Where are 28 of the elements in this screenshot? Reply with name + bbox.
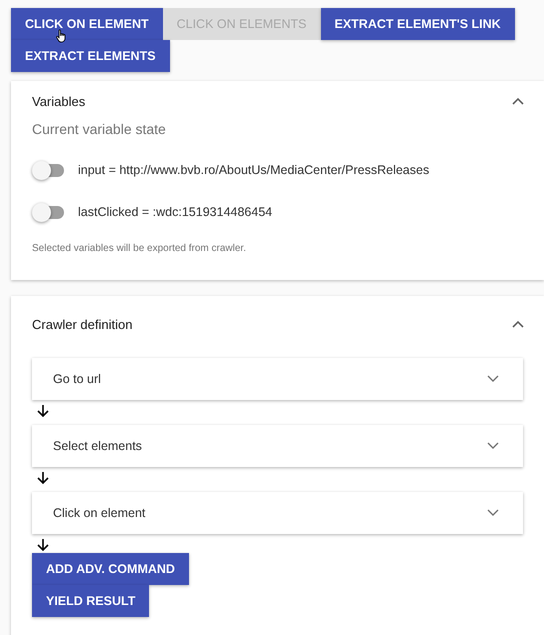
step-card[interactable]: Go to url — [32, 358, 523, 400]
section-subtitle: Current variable state — [32, 121, 167, 137]
collapse-caret-icon[interactable] — [512, 97, 524, 105]
toggle-switch[interactable] — [34, 206, 64, 218]
step-label: Select elements — [53, 439, 142, 453]
hand-pointer-icon — [56, 29, 68, 43]
toggle-switch[interactable] — [34, 164, 64, 176]
action-button[interactable]: EXTRACT ELEMENTS — [11, 40, 170, 72]
command-button[interactable]: ADD ADV. COMMAND — [32, 553, 189, 585]
expand-caret-icon[interactable] — [487, 509, 499, 517]
expand-caret-icon[interactable] — [487, 375, 499, 383]
collapse-caret-icon[interactable] — [512, 320, 524, 328]
step-card[interactable]: Click on element — [32, 492, 523, 534]
down-arrow-icon — [36, 538, 50, 552]
variable-label: input = http://www.bvb.ro/AboutUs/MediaCenter/PressReleases — [78, 163, 430, 177]
command-button[interactable]: YIELD RESULT — [32, 585, 150, 617]
action-button[interactable]: EXTRACT ELEMENT'S LINK — [320, 8, 515, 40]
action-button[interactable]: CLICK ON ELEMENT — [11, 8, 163, 40]
panel-title: Variables — [32, 94, 86, 108]
variable-label: lastClicked = :wdc:1519314486454 — [78, 205, 272, 219]
panel-title: Crawler definition — [32, 316, 132, 332]
down-arrow-icon — [36, 471, 50, 485]
step-label: Go to url — [53, 372, 101, 386]
step-card[interactable]: Select elements — [32, 425, 523, 467]
down-arrow-icon — [36, 404, 50, 418]
step-label: Click on element — [53, 506, 146, 520]
expand-caret-icon[interactable] — [487, 442, 499, 450]
hint-text: Selected variables will be exported from crawler. — [32, 243, 247, 254]
